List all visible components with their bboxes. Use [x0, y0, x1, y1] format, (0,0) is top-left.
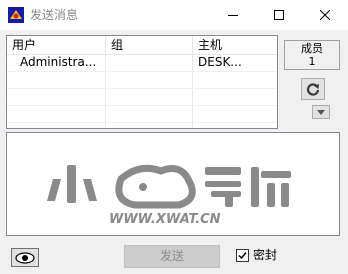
eye-icon: [15, 251, 35, 264]
refresh-icon: [306, 83, 320, 96]
column-header-user[interactable]: 用户: [7, 36, 105, 54]
maximize-button[interactable]: [256, 0, 302, 30]
dropdown-arrow-icon: [317, 109, 325, 115]
refresh-button[interactable]: [301, 78, 325, 100]
column-header-host[interactable]: 主机: [193, 36, 277, 54]
cell-group: [111, 54, 191, 70]
window-title: 发送消息: [30, 8, 79, 22]
watermark-logo: WWW.XWAT.CN: [47, 164, 291, 227]
column-header-group[interactable]: 组: [106, 36, 192, 54]
send-button[interactable]: 发送: [124, 245, 220, 268]
watermark-url: WWW.XWAT.CN: [109, 212, 221, 227]
row-divider: [7, 105, 277, 106]
secret-label[interactable]: 密封: [253, 248, 277, 263]
app-icon: [8, 7, 24, 23]
minimize-button[interactable]: [210, 0, 256, 30]
checkmark-icon: [238, 252, 247, 260]
user-list[interactable]: 用户 组 主机 Administra... DESK...: [6, 35, 278, 129]
dropdown-button[interactable]: [312, 105, 330, 119]
row-divider: [7, 122, 277, 123]
column-divider: [192, 36, 193, 128]
title-bar: 发送消息: [0, 0, 348, 30]
cell-user: Administra...: [20, 55, 97, 69]
row-divider: [7, 88, 277, 89]
member-label: 成员: [301, 42, 323, 55]
member-count: 1: [308, 55, 316, 68]
view-button[interactable]: [11, 248, 39, 267]
maximize-icon: [274, 10, 284, 20]
close-button[interactable]: [302, 0, 348, 30]
message-input[interactable]: WWW.XWAT.CN: [6, 132, 340, 236]
secret-checkbox[interactable]: [236, 249, 249, 262]
column-divider: [105, 36, 106, 128]
minimize-icon: [228, 15, 238, 16]
member-count-box: 成员 1: [284, 40, 340, 70]
cell-host: DESK...: [198, 55, 242, 69]
row-divider: [7, 71, 277, 72]
close-icon: [320, 10, 330, 20]
